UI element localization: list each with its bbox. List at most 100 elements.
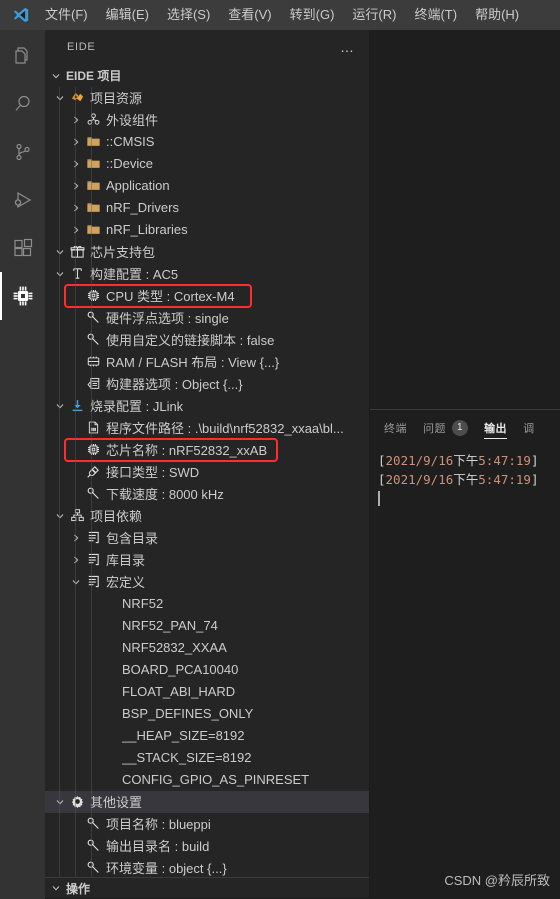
- output-ampm: 下午: [453, 472, 479, 487]
- chevron-right-icon[interactable]: [68, 136, 84, 148]
- plug-icon: [84, 464, 102, 479]
- list-icon: [84, 530, 102, 545]
- tree-item[interactable]: 其他设置: [45, 790, 369, 813]
- run-debug-icon[interactable]: [0, 176, 45, 224]
- tree-item[interactable]: 项目名称 : blueppi: [45, 813, 369, 835]
- chevron-right-icon[interactable]: [68, 532, 84, 544]
- chevron-down-icon[interactable]: [52, 796, 68, 808]
- chevron-down-icon[interactable]: [52, 400, 68, 412]
- chevron-down-icon[interactable]: [52, 268, 68, 280]
- panel-tab[interactable]: 问题 1: [423, 410, 469, 445]
- tree-item[interactable]: 库目录: [45, 549, 369, 571]
- tree-item[interactable]: BSP_DEFINES_ONLY: [45, 703, 369, 725]
- chevron-right-icon[interactable]: [68, 180, 84, 192]
- tree-item[interactable]: 硬件浮点选项 : single: [45, 307, 369, 329]
- chevron-right-icon[interactable]: [68, 202, 84, 214]
- output-console[interactable]: [2021/9/16下午5:47:19] [2021/9/16下午5:47:19]: [370, 445, 560, 899]
- panel-tab[interactable]: 输出: [484, 410, 508, 445]
- search-icon[interactable]: [0, 80, 45, 128]
- tree-item[interactable]: 构建器选项 : Object {...}: [45, 373, 369, 395]
- chevron-right-icon[interactable]: [68, 158, 84, 170]
- menu-item-4[interactable]: 转到(G): [281, 4, 344, 26]
- tree-item[interactable]: 项目依赖: [45, 505, 369, 527]
- chevron-right-icon[interactable]: [68, 554, 84, 566]
- tree-item[interactable]: 宏定义: [45, 571, 369, 593]
- wrench-icon: [84, 332, 102, 347]
- tree-item[interactable]: BOARD_PCA10040: [45, 659, 369, 681]
- tree-item[interactable]: NRF52_PAN_74: [45, 615, 369, 637]
- tree-item[interactable]: 项目资源: [45, 87, 369, 109]
- chevron-right-icon[interactable]: [68, 114, 84, 126]
- vscode-window: 文件(F) 编辑(E) 选择(S) 查看(V) 转到(G) 运行(R) 终端(T) 帮助(H): [0, 0, 560, 899]
- tree-item[interactable]: 包含目录: [45, 527, 369, 549]
- source-control-icon[interactable]: [0, 128, 45, 176]
- problems-count-badge: 1: [452, 419, 469, 436]
- tree-item[interactable]: 烧录配置 : JLink: [45, 395, 369, 417]
- section-operations[interactable]: 操作: [45, 877, 369, 899]
- chevron-down-icon[interactable]: [52, 92, 68, 104]
- tree-item[interactable]: 01 程序文件路径 : .\build\nrf52832_xxaa\bl...: [45, 417, 369, 439]
- chip-icon[interactable]: [0, 272, 45, 320]
- tree-item-label: 芯片支持包: [90, 245, 156, 261]
- tree-item[interactable]: 构建配置 : AC5: [45, 263, 369, 285]
- tree-item[interactable]: 芯片名称 : nRF52832_xxAB: [45, 439, 369, 461]
- explorer-icon[interactable]: [0, 32, 45, 80]
- sidebar-title-bar: EIDE …: [45, 30, 369, 65]
- tree-item[interactable]: Application: [45, 175, 369, 197]
- tree-item[interactable]: nRF_Drivers: [45, 197, 369, 219]
- tree-item[interactable]: 使用自定义的链接脚本 : false: [45, 329, 369, 351]
- components-icon: [84, 112, 102, 127]
- tree-item-label: 宏定义: [106, 575, 146, 591]
- panel-tab-label: 调: [523, 422, 535, 435]
- tree-item[interactable]: CPU 类型 : Cortex-M4: [45, 285, 369, 307]
- chevron-right-icon[interactable]: [68, 224, 84, 236]
- tree-item[interactable]: 接口类型 : SWD: [45, 461, 369, 483]
- tree-item[interactable]: CONFIG_GPIO_AS_PINRESET: [45, 769, 369, 791]
- tree-item-label: 构建配置 : AC5: [90, 267, 179, 283]
- menu-item-7[interactable]: 帮助(H): [466, 4, 528, 26]
- tree-item[interactable]: 环境变量 : object {...}: [45, 857, 369, 877]
- tree-item[interactable]: 芯片支持包: [45, 241, 369, 263]
- extensions-icon[interactable]: [0, 224, 45, 272]
- section-eide-project[interactable]: EIDE 项目: [45, 64, 369, 87]
- dependency-icon: [68, 508, 86, 523]
- tree-item-label: nRF_Drivers: [106, 200, 179, 216]
- menu-item-3[interactable]: 查看(V): [219, 4, 280, 26]
- tree-item[interactable]: ::Device: [45, 153, 369, 175]
- chevron-down-icon[interactable]: [52, 246, 68, 258]
- tree-item[interactable]: FLOAT_ABI_HARD: [45, 681, 369, 703]
- tree-item[interactable]: NRF52: [45, 593, 369, 615]
- indent-guide: [59, 86, 60, 878]
- tree-item-label: FLOAT_ABI_HARD: [122, 684, 236, 700]
- tree-item-label: 库目录: [106, 553, 146, 569]
- sidebar-title-label: EIDE: [67, 41, 96, 54]
- tree-item-label: 硬件浮点选项 : single: [106, 311, 229, 327]
- output-bracket-open: [: [378, 472, 386, 487]
- menu-item-1[interactable]: 编辑(E): [97, 4, 158, 26]
- more-actions-icon[interactable]: …: [340, 39, 355, 55]
- menu-item-6[interactable]: 终端(T): [405, 4, 466, 26]
- tree-item[interactable]: 输出目录名 : build: [45, 835, 369, 857]
- panel-tab[interactable]: 调: [523, 410, 535, 445]
- tree-item[interactable]: 下载速度 : 8000 kHz: [45, 483, 369, 505]
- tree-item[interactable]: 外设组件: [45, 109, 369, 131]
- tree-item-label: 烧录配置 : JLink: [90, 399, 184, 415]
- menu-item-0[interactable]: 文件(F): [36, 4, 97, 26]
- tree-item-label: 芯片名称 : nRF52832_xxAB: [106, 443, 268, 459]
- tree-item-label: __STACK_SIZE=8192: [122, 750, 252, 766]
- tree-item-label: 输出目录名 : build: [106, 839, 210, 855]
- folder-icon: [84, 222, 102, 237]
- tree-item[interactable]: NRF52832_XXAA: [45, 637, 369, 659]
- tree-item-label: ::CMSIS: [106, 134, 155, 150]
- panel-tab[interactable]: 终端: [384, 410, 407, 445]
- tree-item[interactable]: ::CMSIS: [45, 131, 369, 153]
- tree-item[interactable]: RAM / FLASH 布局 : View {...}: [45, 351, 369, 373]
- tree-item[interactable]: __HEAP_SIZE=8192: [45, 725, 369, 747]
- menu-item-2[interactable]: 选择(S): [158, 4, 219, 26]
- tool-icon: [68, 266, 86, 281]
- menu-item-5[interactable]: 运行(R): [343, 4, 405, 26]
- tree-item[interactable]: nRF_Libraries: [45, 219, 369, 241]
- tree-item[interactable]: __STACK_SIZE=8192: [45, 747, 369, 769]
- chevron-down-icon[interactable]: [68, 576, 84, 588]
- chevron-down-icon[interactable]: [52, 510, 68, 522]
